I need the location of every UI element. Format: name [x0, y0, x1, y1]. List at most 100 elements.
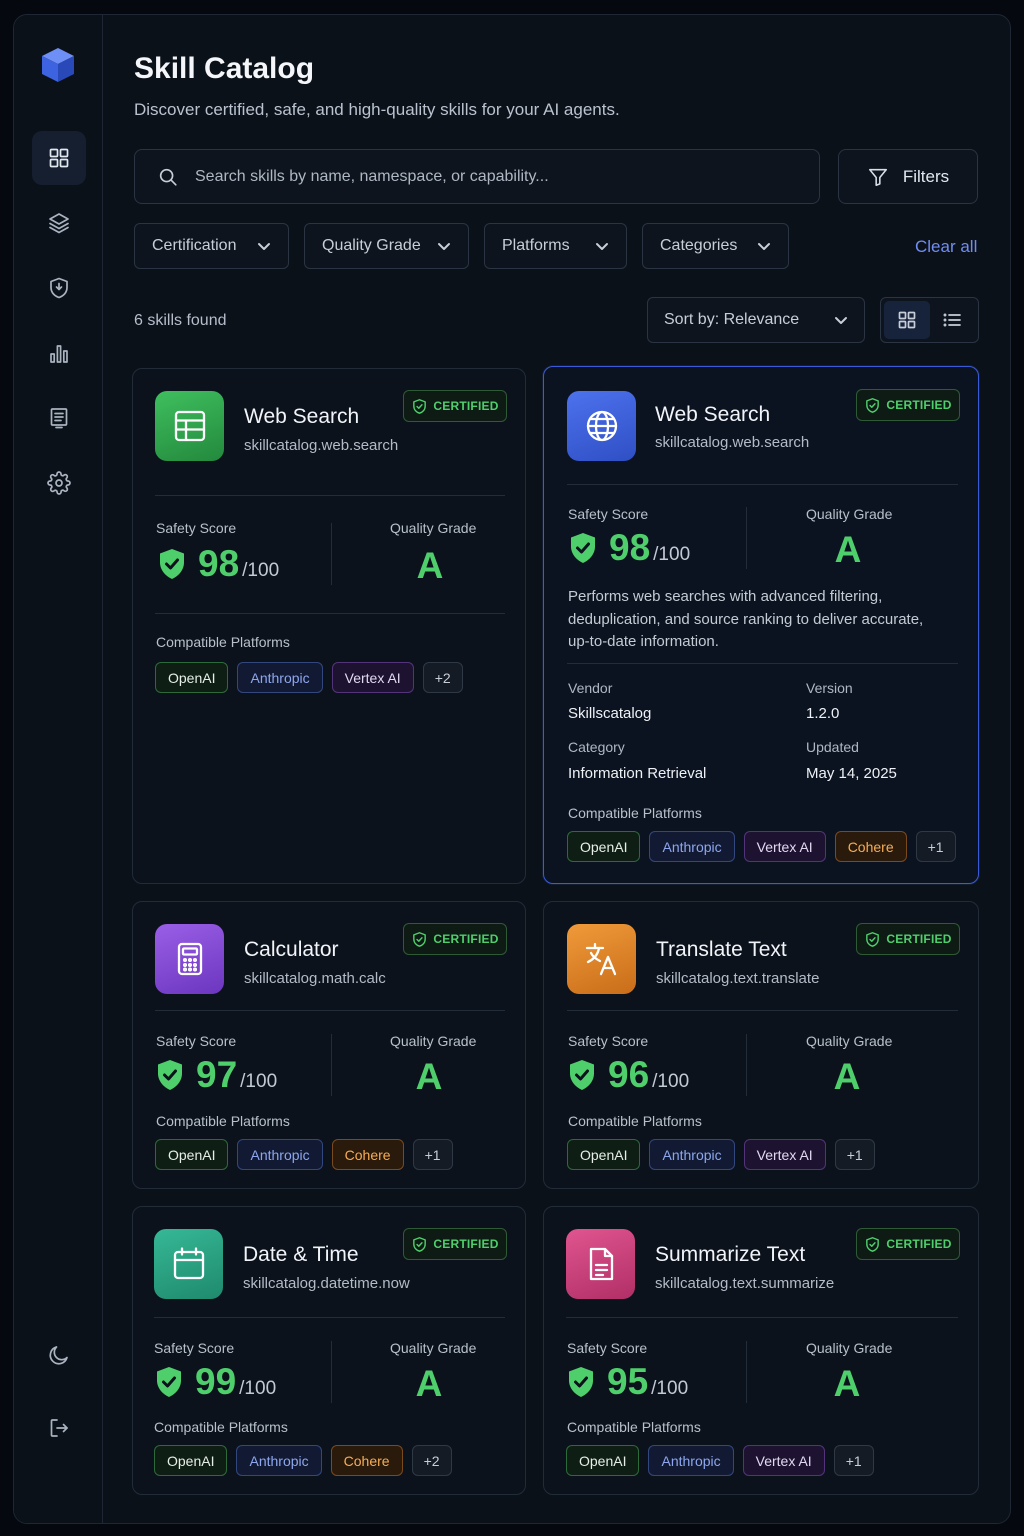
theme-toggle[interactable]: [32, 1328, 86, 1382]
platform-list: OpenAI Anthropic Vertex AI +2: [155, 662, 463, 693]
skill-namespace: skillcatalog.web.search: [655, 434, 810, 451]
platform-chip-more[interactable]: +1: [412, 1139, 453, 1170]
quality-grade-dropdown[interactable]: Quality Grade: [304, 223, 469, 269]
divider: [567, 484, 958, 485]
dropdown-label: Quality Grade: [322, 237, 421, 254]
sort-dropdown[interactable]: Sort by: Relevance: [647, 297, 865, 343]
skill-icon-tile: [155, 924, 224, 994]
platforms-dropdown[interactable]: Platforms: [484, 223, 627, 269]
platform-list: OpenAI Anthropic Vertex AI +1: [567, 1139, 875, 1170]
divider: [155, 613, 505, 614]
divider: [567, 1010, 958, 1011]
shield-check-icon: [571, 533, 595, 563]
sidebar-item-docs[interactable]: [32, 391, 86, 445]
skill-namespace: skillcatalog.text.summarize: [655, 1275, 835, 1292]
platform-chip-vertex: Vertex AI: [743, 831, 826, 862]
certified-badge: CERTIFIED: [403, 1228, 507, 1260]
shield-check-icon: [866, 1236, 880, 1252]
safety-score: 97 /100: [156, 1054, 277, 1096]
safety-score: 99 /100: [155, 1361, 276, 1403]
skill-card[interactable]: Calculator skillcatalog.math.calc CERTIF…: [132, 901, 526, 1189]
platform-list: OpenAI Anthropic Vertex AI +1: [566, 1445, 874, 1476]
platform-chip-openai: OpenAI: [566, 1445, 640, 1476]
skill-card[interactable]: Summarize Text skillcatalog.text.summari…: [543, 1206, 979, 1495]
categories-dropdown[interactable]: Categories: [642, 223, 789, 269]
platform-chip-more[interactable]: +1: [834, 1139, 875, 1170]
globe-icon: [586, 410, 617, 442]
safety-score: 96 /100: [568, 1054, 689, 1096]
dropdown-label: Certification: [152, 237, 237, 254]
filters-button[interactable]: Filters: [838, 149, 978, 204]
app-window: Skill Catalog Discover certified, safe, …: [13, 14, 1011, 1524]
quality-grade-value: A: [415, 1363, 443, 1404]
sidebar-item-layers[interactable]: [32, 196, 86, 250]
skill-name: Translate Text: [656, 938, 787, 961]
skill-card[interactable]: Web Search skillcatalog.web.search CERTI…: [132, 368, 526, 884]
quality-grade-label: Quality Grade: [390, 1340, 477, 1356]
platform-chip-more[interactable]: +1: [915, 831, 956, 862]
safety-score-value: 98: [198, 543, 240, 584]
list-view-button[interactable]: [930, 301, 976, 339]
platform-chip-more[interactable]: +1: [833, 1445, 874, 1476]
skill-card[interactable]: Date & Time skillcatalog.datetime.now CE…: [132, 1206, 526, 1495]
version-label: Version: [806, 680, 853, 696]
sidebar-item-security[interactable]: [32, 261, 86, 315]
quality-grade-label: Quality Grade: [806, 506, 893, 522]
platform-chip-openai: OpenAI: [154, 1445, 228, 1476]
vendor-value: Skillscatalog: [568, 705, 652, 722]
moon-icon: [49, 1346, 68, 1365]
safety-score-max: /100: [651, 1378, 689, 1399]
sidebar-item-catalog[interactable]: [32, 131, 86, 185]
platform-list: OpenAI Anthropic Vertex AI Cohere +1: [567, 831, 956, 862]
page-subtitle: Discover certified, safe, and high-quali…: [134, 100, 620, 119]
filter-funnel-icon: [868, 168, 887, 186]
grid-view-icon: [898, 311, 916, 329]
chevron-down-icon: [758, 243, 770, 250]
calculator-icon: [177, 942, 202, 976]
skill-card-selected[interactable]: Web Search skillcatalog.web.search CERTI…: [543, 366, 979, 884]
platform-chip-anthropic: Anthropic: [649, 831, 735, 862]
clear-all-link[interactable]: Clear all: [915, 237, 977, 257]
platform-chip-anthropic: Anthropic: [236, 1445, 322, 1476]
platform-chip-openai: OpenAI: [567, 1139, 641, 1170]
search-input[interactable]: [195, 167, 755, 186]
platform-chip-anthropic: Anthropic: [237, 1139, 323, 1170]
sidebar-item-analytics[interactable]: [32, 326, 86, 380]
skill-icon-tile: [567, 924, 636, 994]
shield-check-icon: [866, 397, 880, 413]
logo-cube-icon[interactable]: [40, 46, 76, 84]
grid-icon: [49, 148, 69, 168]
search-box[interactable]: [134, 149, 820, 204]
platform-chip-vertex: Vertex AI: [742, 1445, 825, 1476]
divider: [155, 495, 505, 496]
certified-label: CERTIFIED: [433, 932, 499, 946]
divider: [746, 1341, 747, 1403]
shield-check-icon: [569, 1367, 593, 1397]
logout-button[interactable]: [32, 1401, 86, 1455]
document-icon: [50, 408, 68, 429]
file-text-icon: [589, 1247, 613, 1281]
safety-score-value: 97: [196, 1054, 238, 1095]
logout-icon: [50, 1419, 68, 1437]
page-title: Skill Catalog: [134, 52, 315, 85]
platform-chip-anthropic: Anthropic: [649, 1139, 735, 1170]
skill-name: Web Search: [244, 405, 360, 428]
platform-chip-more[interactable]: +2: [411, 1445, 452, 1476]
sidebar-item-settings[interactable]: [32, 456, 86, 510]
table-icon: [174, 410, 205, 442]
skill-namespace: skillcatalog.math.calc: [244, 970, 386, 987]
skill-card[interactable]: Translate Text skillcatalog.text.transla…: [543, 901, 979, 1189]
compatible-platforms-label: Compatible Platforms: [156, 634, 290, 650]
safety-score-max: /100: [653, 544, 691, 565]
safety-score-max: /100: [239, 1378, 277, 1399]
grid-view-button[interactable]: [884, 301, 930, 339]
certified-badge: CERTIFIED: [856, 389, 960, 421]
platform-chip-more[interactable]: +2: [422, 662, 463, 693]
certification-dropdown[interactable]: Certification: [134, 223, 289, 269]
safety-score-label: Safety Score: [568, 1033, 649, 1049]
compatible-platforms-label: Compatible Platforms: [567, 1419, 701, 1435]
safety-score: 95 /100: [567, 1361, 688, 1403]
skill-icon-tile: [566, 1229, 635, 1299]
gear-icon: [47, 471, 71, 495]
skill-icon-tile: [154, 1229, 223, 1299]
